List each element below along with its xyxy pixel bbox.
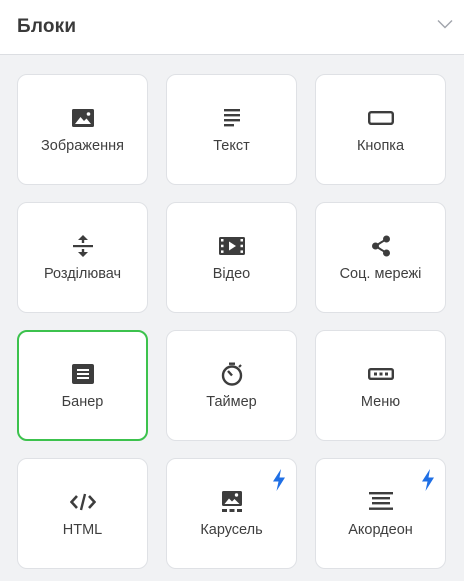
block-label: Відео [212, 266, 251, 282]
blocks-panel: Блоки Зображення Текст Кнопка Розділювач… [0, 0, 464, 581]
block-carousel[interactable]: Карусель [166, 458, 297, 569]
chevron-down-icon[interactable] [436, 15, 454, 33]
timer-icon [219, 361, 245, 387]
lightning-bolt-icon [272, 469, 286, 491]
block-html[interactable]: HTML [17, 458, 148, 569]
block-button[interactable]: Кнопка [315, 74, 446, 185]
block-timer[interactable]: Таймер [166, 330, 297, 441]
block-banner[interactable]: Банер [17, 330, 148, 441]
block-label: Соц. мережі [339, 266, 422, 282]
banner-icon [70, 361, 96, 387]
image-icon [70, 105, 96, 131]
block-label: Банер [61, 394, 104, 410]
video-icon [218, 233, 245, 259]
carousel-icon [219, 489, 245, 515]
block-label: Зображення [41, 138, 124, 154]
lightning-bolt-icon [421, 469, 435, 491]
block-image[interactable]: Зображення [17, 74, 148, 185]
block-divider[interactable]: Розділювач [17, 202, 148, 313]
block-label: Карусель [200, 522, 263, 538]
block-accordion[interactable]: Акордеон [315, 458, 446, 569]
share-icon [368, 233, 394, 259]
block-video[interactable]: Відео [166, 202, 297, 313]
block-social[interactable]: Соц. мережі [315, 202, 446, 313]
text-lines-icon [219, 105, 245, 131]
menu-icon [367, 361, 394, 387]
button-icon [367, 105, 394, 131]
block-label: HTML [62, 522, 103, 538]
code-icon [69, 489, 96, 515]
block-label: Текст [213, 138, 250, 154]
blocks-grid: Зображення Текст Кнопка Розділювач Відео [17, 74, 446, 569]
block-label: Меню [360, 394, 401, 410]
accordion-icon [368, 489, 394, 515]
block-label: Акордеон [348, 522, 413, 538]
panel-header[interactable]: Блоки [0, 0, 464, 55]
block-label: Кнопка [356, 138, 405, 154]
block-label: Розділювач [43, 266, 122, 282]
block-menu[interactable]: Меню [315, 330, 446, 441]
panel-title: Блоки [17, 16, 77, 37]
block-label: Таймер [206, 394, 257, 410]
divider-icon [70, 233, 96, 259]
block-text[interactable]: Текст [166, 74, 297, 185]
